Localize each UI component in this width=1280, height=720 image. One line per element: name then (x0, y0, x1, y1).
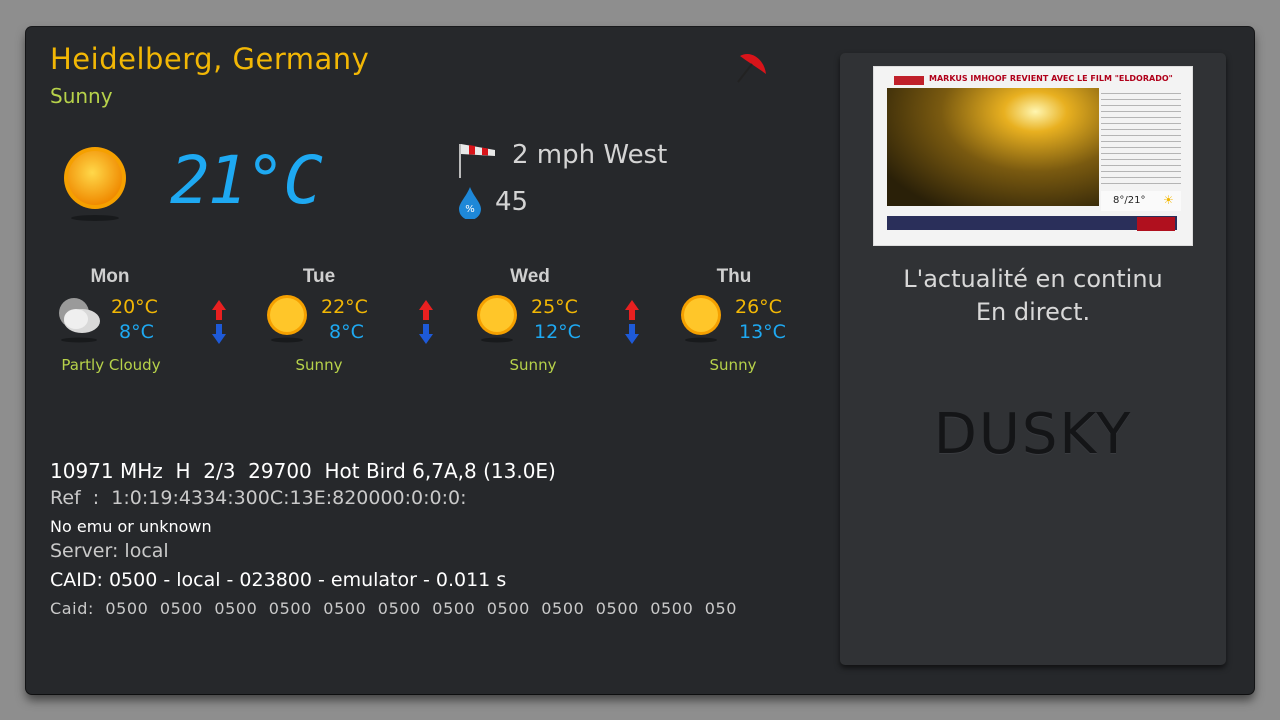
forecast-high: 20°C (111, 296, 158, 318)
preview-weather-temp: 8°/21° (1113, 195, 1146, 206)
preview-news-ticker (887, 216, 1177, 230)
preview-side-text (1101, 88, 1181, 188)
forecast-high: 25°C (531, 296, 578, 318)
forecast-condition: Partly Cloudy (61, 356, 161, 374)
sun-icon (58, 144, 132, 226)
preview-category-tag (894, 76, 924, 85)
forecast-low: 8°C (329, 321, 364, 343)
water-drop-icon: % (457, 185, 483, 223)
forecast-day-name: Thu (716, 266, 752, 287)
location-name: Heidelberg, Germany (50, 42, 370, 76)
windsock-icon (457, 140, 499, 184)
forecast-condition: Sunny (709, 356, 757, 374)
forecast-day-name: Mon (90, 266, 130, 287)
humidity-icon-label: % (465, 204, 475, 215)
caid-list: Caid: 0500 0500 0500 0500 0500 0500 0500… (50, 599, 738, 618)
tagline-line-1: L'actualité en continu (903, 265, 1163, 293)
preview-ticker-badge (1137, 217, 1175, 231)
preview-video-frame (887, 88, 1099, 206)
wind-value: 2 mph West (512, 140, 668, 170)
live-tv-preview[interactable]: MARKUS IMHOOF REVIENT AVEC LE FILM "ELDO… (873, 66, 1193, 246)
transponder-info: 10971 MHz H 2/3 29700 Hot Bird 6,7A,8 (1… (50, 459, 556, 483)
forecast-low: 13°C (739, 321, 786, 343)
channel-tagline: L'actualité en continu En direct. (840, 263, 1226, 329)
forecast-condition: Sunny (509, 356, 557, 374)
high-low-arrows-icon (211, 300, 227, 348)
forecast-high: 26°C (735, 296, 782, 318)
partly-cloudy-icon (54, 293, 104, 347)
high-low-arrows-icon (418, 300, 434, 348)
preview-header: MARKUS IMHOOF REVIENT AVEC LE FILM "ELDO… (874, 74, 1192, 87)
forecast-high: 22°C (321, 296, 368, 318)
high-low-arrows-icon (624, 300, 640, 348)
forecast-condition: Sunny (295, 356, 343, 374)
umbrella-icon (734, 48, 770, 90)
current-temperature: 21°C (170, 142, 323, 219)
sun-icon (264, 293, 310, 347)
server-info: Server: local (50, 540, 169, 562)
sun-icon: ☀ (1163, 193, 1174, 207)
sun-icon (474, 293, 520, 347)
forecast-day-name: Wed (510, 266, 550, 287)
caid-info: CAID: 0500 - local - 023800 - emulator -… (50, 569, 507, 591)
tagline-line-2: En direct. (975, 298, 1091, 326)
forecast-low: 8°C (119, 321, 154, 343)
emu-status: No emu or unknown (50, 517, 212, 536)
humidity-value: 45 (495, 187, 529, 217)
service-reference: Ref : 1:0:19:4334:300C:13E:820000:0:0:0: (50, 487, 467, 509)
sun-icon (678, 293, 724, 347)
forecast-day-name: Tue (302, 266, 336, 287)
forecast-low: 12°C (534, 321, 581, 343)
preview-weather-box: 8°/21° ☀ (1101, 191, 1181, 211)
skin-name: DUSKY (933, 402, 1133, 467)
current-condition: Sunny (50, 84, 113, 108)
preview-headline: MARKUS IMHOOF REVIENT AVEC LE FILM "ELDO… (929, 74, 1173, 83)
